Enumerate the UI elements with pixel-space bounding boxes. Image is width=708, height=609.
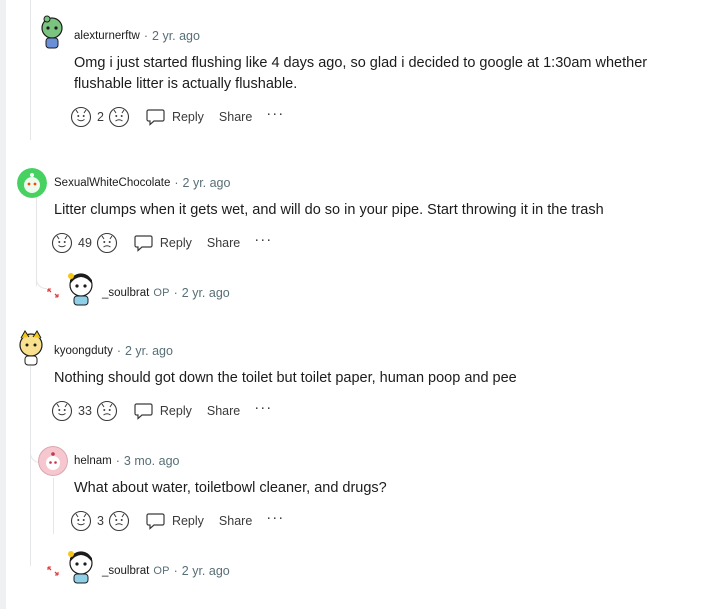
comment-actions: 33 Reply Share ··· — [51, 399, 272, 422]
share-button[interactable]: Share — [219, 110, 252, 124]
reply-button[interactable]: Reply — [146, 108, 204, 126]
upvote-icon[interactable] — [51, 400, 73, 422]
page-left-strip — [0, 0, 6, 609]
snoo-avatar-icon — [19, 330, 43, 366]
op-badge: OP — [153, 565, 170, 577]
reply-button[interactable]: Reply — [146, 512, 204, 530]
timestamp[interactable]: 2 yr. ago — [152, 29, 200, 43]
comment-meta: alexturnerftw · 2 yr. ago — [74, 29, 200, 43]
comment-actions: 2 Reply Share ··· — [70, 105, 284, 128]
downvote-icon[interactable] — [96, 400, 118, 422]
upvote-icon[interactable] — [70, 510, 92, 532]
avatar[interactable] — [16, 328, 46, 366]
share-button[interactable]: Share — [207, 404, 240, 418]
reply-button[interactable]: Reply — [134, 234, 192, 252]
more-options-button[interactable]: ··· — [254, 231, 272, 248]
comment-actions: 49 Reply Share ··· — [51, 231, 272, 254]
timestamp[interactable]: 2 yr. ago — [183, 176, 231, 190]
comment-meta: kyoongduty · 2 yr. ago — [54, 344, 173, 358]
thread-line[interactable] — [30, 366, 31, 566]
username-link[interactable]: SexualWhiteChocolate — [54, 177, 170, 189]
snoo-avatar-icon — [38, 446, 68, 476]
comment-bubble-icon — [134, 403, 153, 420]
vote-count: 49 — [78, 236, 92, 250]
avatar[interactable] — [38, 14, 66, 50]
snoo-avatar-icon — [68, 273, 93, 306]
comment-meta: SexualWhiteChocolate · 2 yr. ago — [54, 176, 231, 190]
upvote-icon[interactable] — [70, 106, 92, 128]
op-badge: OP — [153, 287, 170, 299]
comment-body: Nothing should got down the toilet but t… — [54, 370, 517, 386]
thread-line[interactable] — [30, 0, 31, 140]
username-link[interactable]: helnam — [74, 455, 112, 467]
reply-button[interactable]: Reply — [134, 402, 192, 420]
share-button[interactable]: Share — [219, 514, 252, 528]
comment-bubble-icon — [146, 513, 165, 530]
snoo-avatar-icon — [68, 551, 93, 584]
comment-bubble-icon — [134, 235, 153, 252]
downvote-icon[interactable] — [108, 106, 130, 128]
more-options-button[interactable]: ··· — [254, 399, 272, 416]
avatar[interactable] — [64, 548, 98, 584]
comment-meta: _soulbrat OP · 2 yr. ago — [102, 286, 230, 300]
comment-meta: _soulbrat OP · 2 yr. ago — [102, 564, 230, 578]
comment-actions: 3 Reply Share ··· — [70, 509, 284, 532]
comment-body: Litter clumps when it gets wet, and will… — [54, 202, 604, 218]
expand-thread-icon[interactable] — [46, 565, 60, 577]
snoo-avatar-icon — [17, 168, 47, 198]
expand-thread-icon[interactable] — [46, 287, 60, 299]
downvote-icon[interactable] — [108, 510, 130, 532]
avatar[interactable] — [17, 168, 47, 198]
vote-count: 3 — [97, 514, 104, 528]
thread-line[interactable] — [53, 478, 54, 534]
username-link[interactable]: kyoongduty — [54, 345, 113, 357]
username-link[interactable]: alexturnerftw — [74, 30, 140, 42]
comment-bubble-icon — [146, 109, 165, 126]
comment-body: Omg i just started flushing like 4 days … — [74, 55, 648, 92]
comment-body: What about water, toiletbowl cleaner, an… — [74, 480, 387, 496]
username-link[interactable]: _soulbrat — [102, 565, 149, 577]
avatar[interactable] — [64, 270, 98, 306]
more-options-button[interactable]: ··· — [266, 105, 284, 122]
upvote-icon[interactable] — [51, 232, 73, 254]
vote-count: 33 — [78, 404, 92, 418]
more-options-button[interactable]: ··· — [266, 509, 284, 526]
downvote-icon[interactable] — [96, 232, 118, 254]
snoo-avatar-icon — [41, 15, 63, 49]
timestamp[interactable]: 2 yr. ago — [182, 564, 230, 578]
share-button[interactable]: Share — [207, 236, 240, 250]
timestamp[interactable]: 2 yr. ago — [182, 286, 230, 300]
avatar[interactable] — [38, 446, 68, 476]
timestamp[interactable]: 3 mo. ago — [124, 454, 180, 468]
comment-meta: helnam · 3 mo. ago — [74, 454, 180, 468]
vote-count: 2 — [97, 110, 104, 124]
username-link[interactable]: _soulbrat — [102, 287, 149, 299]
timestamp[interactable]: 2 yr. ago — [125, 344, 173, 358]
